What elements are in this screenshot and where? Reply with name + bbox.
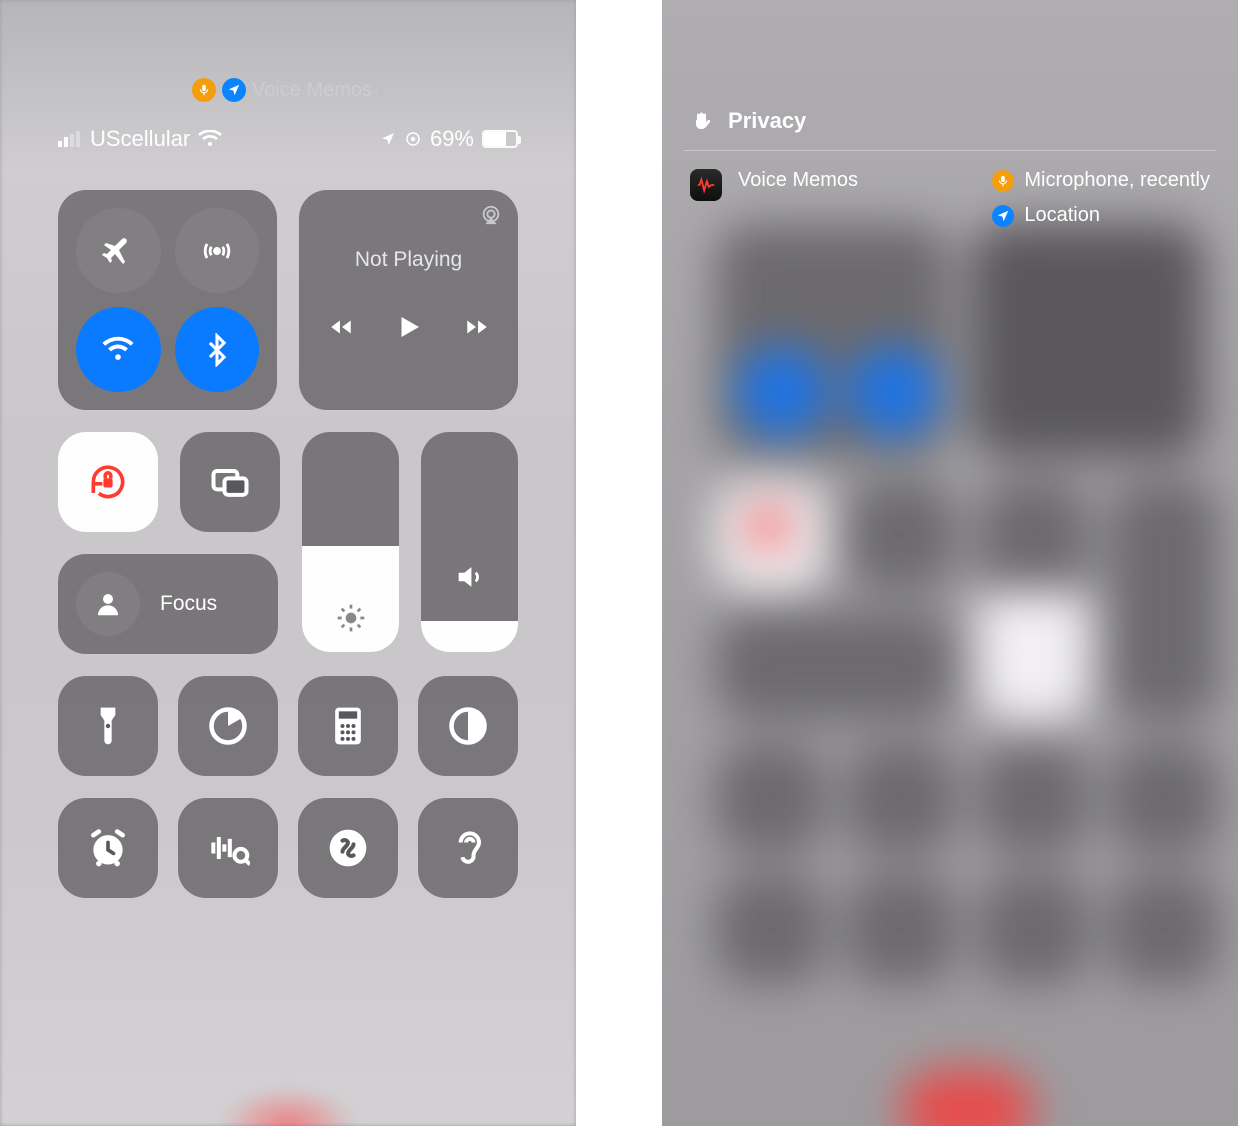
- brightness-slider[interactable]: [302, 432, 399, 652]
- media-title-label: Not Playing: [355, 248, 462, 272]
- sound-recognition-button[interactable]: [178, 798, 278, 898]
- forward-icon: [464, 314, 490, 340]
- next-track-button[interactable]: [464, 314, 490, 345]
- calculator-button[interactable]: [298, 676, 398, 776]
- wifi-toggle[interactable]: [76, 307, 161, 392]
- control-center-panel: Voice Memos › UScellular 69%: [0, 0, 576, 1126]
- battery-icon: [482, 130, 518, 148]
- media-tile[interactable]: Not Playing: [299, 190, 518, 410]
- privacy-item-label: Microphone, recently: [1024, 169, 1210, 192]
- focus-button[interactable]: Focus: [58, 554, 278, 654]
- privacy-app-label: Voice Memos: [738, 169, 976, 227]
- carrier-label: UScellular: [90, 126, 190, 152]
- timer-button[interactable]: [178, 676, 278, 776]
- dark-mode-button[interactable]: [418, 676, 518, 776]
- ear-icon: [446, 826, 490, 870]
- location-indicator-icon: [222, 78, 246, 102]
- airplane-mode-toggle[interactable]: [76, 208, 161, 293]
- bluetooth-icon: [200, 333, 234, 367]
- privacy-item-location: Location: [992, 204, 1210, 227]
- shazam-button[interactable]: [298, 798, 398, 898]
- panel-divider: [576, 0, 662, 1126]
- privacy-header: Privacy: [662, 0, 1238, 150]
- alarm-icon: [86, 826, 130, 870]
- sun-icon: [335, 602, 367, 634]
- rotation-lock-icon: [86, 460, 130, 504]
- location-arrow-icon: [992, 205, 1014, 227]
- volume-slider[interactable]: [421, 432, 518, 652]
- flashlight-icon: [86, 704, 130, 748]
- airplane-icon: [101, 234, 135, 268]
- location-status-icon: [380, 131, 396, 147]
- microphone-indicator-icon: [192, 78, 216, 102]
- focus-label: Focus: [160, 592, 217, 616]
- privacy-app-row[interactable]: Voice Memos Microphone, recently Locatio…: [662, 151, 1238, 227]
- voice-memos-app-icon: [690, 169, 722, 201]
- privacy-title-label: Privacy: [728, 108, 806, 134]
- microphone-icon: [992, 170, 1014, 192]
- play-icon: [394, 312, 424, 342]
- screen-mirroring-button[interactable]: [180, 432, 280, 532]
- play-button[interactable]: [394, 312, 424, 347]
- bluetooth-toggle[interactable]: [175, 307, 260, 392]
- hand-raised-icon: [690, 109, 714, 133]
- privacy-detail-panel: Privacy Voice Memos Microphone, recently: [662, 0, 1238, 1126]
- privacy-item-label: Location: [1024, 204, 1100, 227]
- alarm-button[interactable]: [58, 798, 158, 898]
- privacy-indicator-row[interactable]: Voice Memos ›: [58, 0, 518, 102]
- connectivity-tile[interactable]: [58, 190, 277, 410]
- privacy-item-microphone: Microphone, recently: [992, 169, 1210, 192]
- hearing-button[interactable]: [418, 798, 518, 898]
- person-icon: [93, 589, 123, 619]
- antenna-icon: [200, 234, 234, 268]
- battery-pct-label: 69%: [430, 126, 474, 152]
- airplay-icon[interactable]: [480, 204, 502, 231]
- wifi-icon: [101, 333, 135, 367]
- status-bar: UScellular 69%: [58, 126, 518, 152]
- sound-recognition-icon: [206, 826, 250, 870]
- shazam-icon: [326, 826, 370, 870]
- orientation-status-icon: [404, 130, 422, 148]
- cellular-data-toggle[interactable]: [175, 208, 260, 293]
- orientation-lock-toggle[interactable]: [58, 432, 158, 532]
- wifi-status-icon: [198, 130, 222, 148]
- chevron-right-icon: ›: [378, 80, 384, 101]
- flashlight-button[interactable]: [58, 676, 158, 776]
- screen-mirroring-icon: [208, 460, 252, 504]
- rewind-icon: [328, 314, 354, 340]
- previous-track-button[interactable]: [328, 314, 354, 345]
- dark-mode-icon: [446, 704, 490, 748]
- indicator-app-label: Voice Memos: [252, 79, 372, 102]
- signal-bars-icon: [58, 131, 82, 147]
- speaker-icon: [453, 560, 487, 594]
- red-glow-decoration: [218, 1086, 358, 1126]
- calculator-icon: [326, 704, 370, 748]
- timer-icon: [206, 704, 250, 748]
